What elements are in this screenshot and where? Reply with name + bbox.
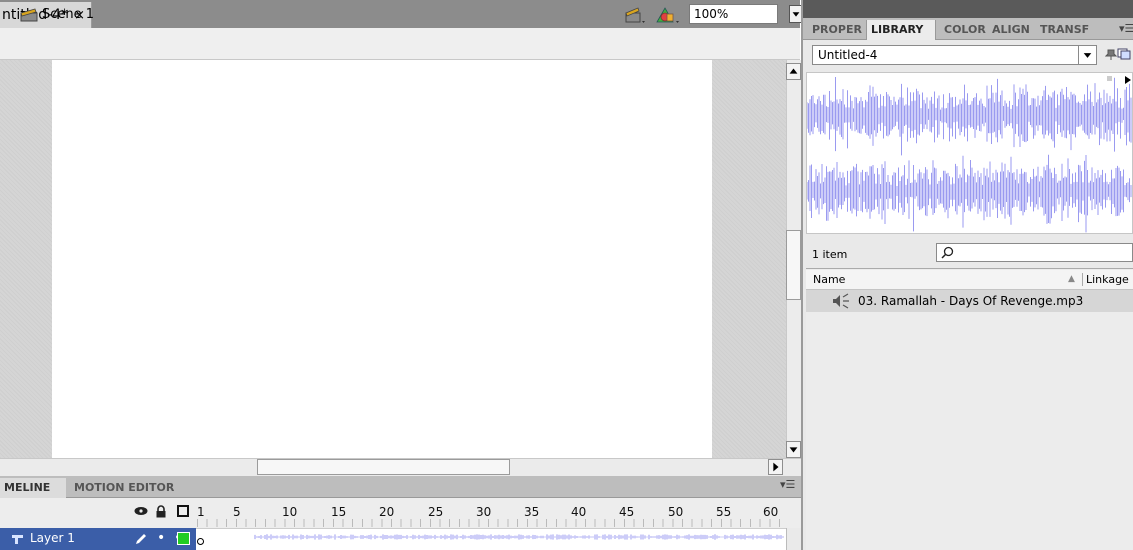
tab-library[interactable]: LIBRARY: [866, 20, 936, 40]
preview-stop-icon[interactable]: [1107, 76, 1112, 81]
frame-ruler[interactable]: [197, 519, 787, 527]
library-search-input[interactable]: [936, 243, 1133, 262]
frame-number: 20: [379, 505, 395, 519]
scene-label: Scene 1: [42, 7, 95, 22]
frame-number: 15: [331, 505, 347, 519]
frame-number: 10: [282, 505, 298, 519]
library-document-value: Untitled-4: [818, 48, 878, 62]
sound-preview: [806, 72, 1133, 234]
search-icon: [941, 246, 954, 259]
frame-number: 1: [197, 505, 205, 519]
tab-color[interactable]: COLOR: [940, 20, 988, 40]
frame-number: 55: [716, 505, 732, 519]
layer-icon: [12, 535, 23, 544]
pin-icon[interactable]: [1105, 48, 1117, 60]
scroll-up-icon[interactable]: [786, 63, 801, 80]
panel-title-bar: [803, 0, 1133, 18]
zoom-select[interactable]: 100%: [689, 4, 778, 24]
timeline-options-icon[interactable]: ▾☰: [780, 478, 795, 491]
column-name-header[interactable]: Name: [813, 273, 845, 286]
outline-icon[interactable]: [177, 505, 189, 517]
library-item-count: 1 item: [812, 248, 848, 261]
outline-color-swatch[interactable]: [177, 532, 190, 545]
edit-scene-icon[interactable]: [624, 5, 646, 25]
frame-number: 60: [763, 505, 779, 519]
tab-properties[interactable]: PROPER: [808, 20, 866, 40]
eye-icon[interactable]: [134, 506, 148, 516]
new-library-icon[interactable]: [1117, 48, 1131, 60]
panel-options-icon[interactable]: ▾☰: [1119, 22, 1133, 35]
preview-play-icon[interactable]: [1125, 76, 1131, 84]
frame-number: 5: [233, 505, 241, 519]
frame-number: 45: [619, 505, 635, 519]
sort-ascending-icon[interactable]: ▲: [1068, 274, 1075, 284]
zoom-value: 100%: [694, 7, 729, 21]
frame-number: 25: [428, 505, 444, 519]
lock-icon[interactable]: [155, 505, 167, 518]
frame-number: 35: [524, 505, 540, 519]
tab-transform[interactable]: TRANSF: [1036, 20, 1096, 40]
scroll-right-icon[interactable]: [768, 459, 783, 475]
timeline-vertical-scrollbar[interactable]: [786, 528, 801, 550]
tab-timeline[interactable]: MELINE: [0, 478, 66, 498]
scene-icon: [20, 8, 38, 22]
library-select-dropdown-icon[interactable]: [1078, 46, 1096, 64]
frame-number: 30: [476, 505, 492, 519]
frame-number: 40: [571, 505, 587, 519]
preview-waveform: [806, 77, 1132, 233]
timeline-sound-waveform: [254, 534, 784, 540]
edit-symbol-icon[interactable]: [655, 5, 681, 25]
pencil-icon: [136, 534, 146, 544]
scene-bar: [0, 28, 800, 60]
column-linkage-header[interactable]: Linkage: [1082, 273, 1129, 286]
layer-name[interactable]: Layer 1: [30, 531, 75, 545]
vertical-scroll-thumb[interactable]: [786, 230, 801, 300]
sound-icon: [833, 293, 849, 309]
library-item-name[interactable]: 03. Ramallah - Days Of Revenge.mp3: [858, 294, 1083, 308]
tab-align[interactable]: ALIGN: [988, 20, 1036, 40]
scroll-down-icon[interactable]: [786, 441, 801, 458]
frame-number: 50: [668, 505, 684, 519]
visibility-dot[interactable]: •: [157, 530, 165, 546]
stage-canvas[interactable]: [52, 60, 712, 458]
tab-motion-editor[interactable]: MOTION EDITOR: [68, 478, 180, 498]
horizontal-scroll-thumb[interactable]: [257, 459, 510, 475]
keyframe-marker[interactable]: [197, 538, 204, 545]
library-document-select[interactable]: Untitled-4: [812, 45, 1097, 65]
